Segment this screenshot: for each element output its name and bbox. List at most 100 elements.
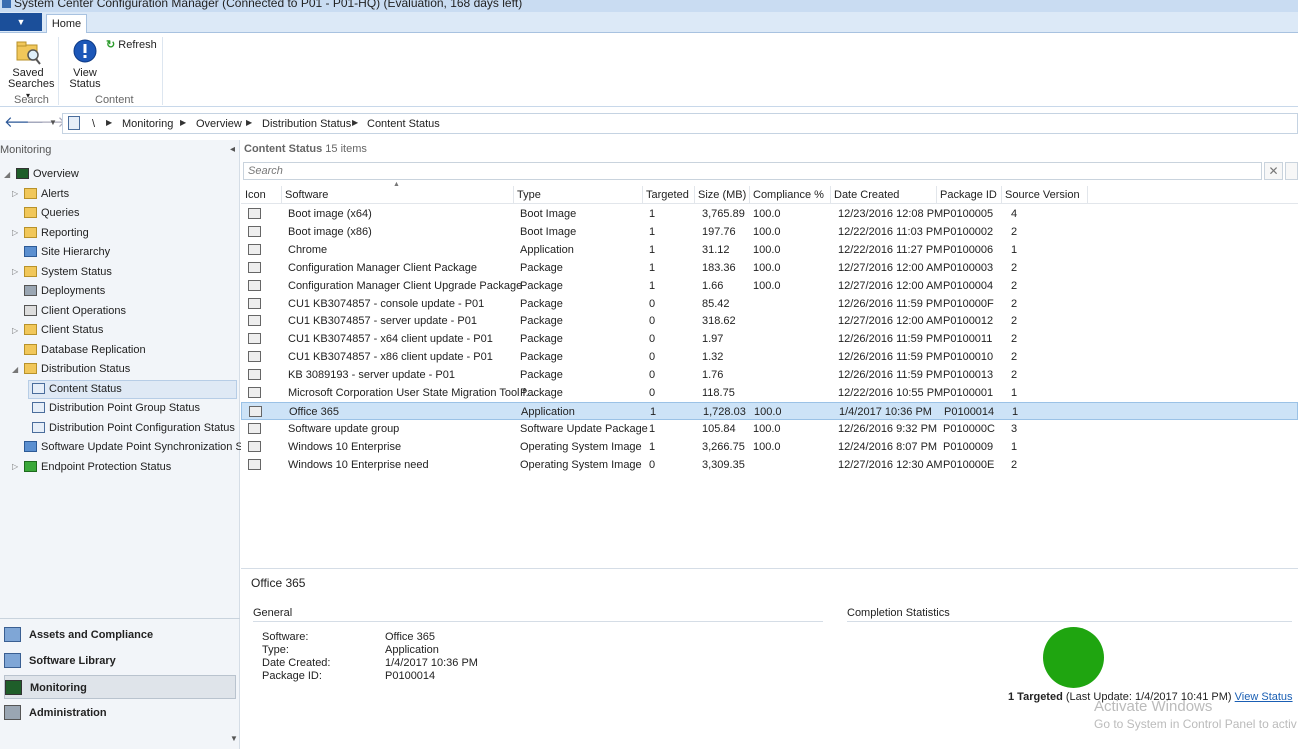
- label-software: Software:: [262, 631, 309, 643]
- breadcrumb-content-status[interactable]: Content Status: [367, 118, 440, 130]
- expand-node-icon[interactable]: ▷: [12, 267, 18, 276]
- breadcrumb-monitoring[interactable]: Monitoring: [122, 118, 173, 130]
- table-row[interactable]: Microsoft Corporation User State Migrati…: [241, 384, 1298, 402]
- breadcrumb-overview[interactable]: Overview: [196, 118, 242, 130]
- column-header-software[interactable]: Software: [282, 186, 514, 204]
- sidebar-item-reporting[interactable]: Reporting: [24, 224, 89, 243]
- search-go-button[interactable]: [1285, 162, 1298, 180]
- cell-type: Package: [520, 369, 563, 382]
- sidebar-item-content-status[interactable]: Content Status: [32, 380, 122, 399]
- sidebar-item-distribution-status[interactable]: Distribution Status: [24, 360, 130, 379]
- sidebar-item-client-operations[interactable]: Client Operations: [24, 302, 126, 321]
- cell-package-id: P010000F: [943, 297, 994, 310]
- cell-size: 105.84: [702, 422, 736, 435]
- cell-type: Application: [521, 405, 575, 418]
- sidebar-item-database-replication[interactable]: Database Replication: [24, 341, 146, 360]
- package-icon: [248, 440, 261, 452]
- column-header-type[interactable]: Type: [514, 186, 643, 204]
- sidebar-item-site-hierarchy[interactable]: Site Hierarchy: [24, 243, 110, 262]
- folder-icon: [24, 227, 37, 238]
- expand-node-icon[interactable]: ▷: [12, 462, 18, 471]
- view-status-link[interactable]: View Status: [1235, 691, 1293, 703]
- cell-source-version: 2: [1011, 458, 1018, 471]
- collapse-pane-icon[interactable]: ◂: [230, 144, 235, 155]
- table-row[interactable]: Configuration Manager Client Upgrade Pac…: [241, 277, 1298, 295]
- cell-package-id: P010000C: [943, 422, 995, 435]
- column-header-date-created[interactable]: Date Created: [831, 186, 937, 204]
- cell-package-id: P0100003: [943, 261, 994, 274]
- table-row[interactable]: Configuration Manager Client Package Pack…: [241, 259, 1298, 277]
- table-row[interactable]: CU1 KB3074857 - x86 client update - P01 P…: [241, 348, 1298, 366]
- hierarchy-icon: [24, 246, 37, 257]
- cell-software: Windows 10 Enterprise: [288, 440, 402, 453]
- table-row[interactable]: Boot image (x64) Boot Image 1 3,765.89 100.0…: [241, 205, 1298, 223]
- cell-type: Package: [520, 315, 563, 328]
- table-row[interactable]: CU1 KB3074857 - console update - P01 Pack…: [241, 295, 1298, 313]
- label-type: Type:: [262, 644, 289, 656]
- assets-icon: [4, 627, 21, 642]
- cell-date-created: 12/27/2016 12:30 AM: [838, 458, 943, 471]
- cell-size: 1.32: [702, 351, 724, 364]
- column-header-compliance[interactable]: Compliance %: [750, 186, 831, 204]
- saved-searches-button[interactable]: Saved Searches ▾: [4, 38, 54, 100]
- cell-software: Microsoft Corporation User State Migrati…: [288, 387, 535, 399]
- sidebar-item-alerts[interactable]: Alerts: [24, 185, 69, 204]
- sidebar-item-queries[interactable]: Queries: [24, 204, 80, 223]
- column-header-source-version[interactable]: Source Version: [1002, 186, 1088, 204]
- table-row[interactable]: Windows 10 Enterprise need Operating Syst…: [241, 456, 1298, 474]
- package-icon: [248, 351, 261, 363]
- tab-home[interactable]: Home: [46, 14, 87, 34]
- completion-divider: [847, 621, 1292, 622]
- table-row[interactable]: Chrome Application 1 31.12 100.0 12/22/2016 1…: [241, 241, 1298, 259]
- sidebar-item-sup-sync-status[interactable]: Software Update Point Synchronization St…: [24, 438, 267, 457]
- forward-arrow-icon[interactable]: 🡒: [26, 115, 66, 130]
- refresh-button[interactable]: ↻ Refresh: [106, 38, 157, 52]
- search-input[interactable]: Search: [243, 162, 1262, 180]
- expand-node-icon[interactable]: ▷: [12, 326, 18, 335]
- table-row[interactable]: Boot image (x86) Boot Image 1 197.76 100.0 12…: [241, 223, 1298, 241]
- sidebar-item-dp-group-status[interactable]: Distribution Point Group Status: [32, 399, 200, 418]
- sidebar-item-endpoint-protection-status[interactable]: Endpoint Protection Status: [24, 458, 171, 477]
- column-header-icon[interactable]: Icon: [242, 186, 282, 204]
- workspace-options-icon[interactable]: ▼: [230, 734, 238, 743]
- workspace-assets-and-compliance[interactable]: Assets and Compliance: [4, 623, 236, 647]
- sidebar-item-deployments[interactable]: Deployments: [24, 282, 105, 301]
- collapse-node-icon[interactable]: ◢: [4, 170, 10, 179]
- history-dropdown-icon[interactable]: ▼: [49, 118, 57, 127]
- workspace-software-library[interactable]: Software Library: [4, 649, 236, 673]
- expand-node-icon[interactable]: ▷: [12, 189, 18, 198]
- table-row[interactable]: Office 365 Application 1 1,728.03 100.0 1/4/2…: [241, 401, 1298, 420]
- app-menu-button[interactable]: ▼: [0, 13, 42, 31]
- breadcrumb-root[interactable]: \: [92, 118, 95, 130]
- value-package-id: P0100014: [385, 670, 436, 682]
- sidebar-item-dp-configuration-status[interactable]: Distribution Point Configuration Status: [32, 419, 235, 438]
- title-bar: System Center Configuration Manager (Con…: [0, 0, 1298, 12]
- folder-search-icon: [16, 41, 41, 65]
- cell-software: CU1 KB3074857 - console update - P01: [288, 297, 485, 310]
- sidebar-item-client-status[interactable]: Client Status: [24, 321, 103, 340]
- workspace-administration[interactable]: Administration: [4, 701, 236, 725]
- table-row[interactable]: KB 3089193 - server update - P01 Package 0…: [241, 366, 1298, 384]
- sidebar-item-system-status[interactable]: System Status: [24, 263, 112, 282]
- cell-targeted: 0: [649, 458, 656, 471]
- cell-software: CU1 KB3074857 - x86 client update - P01: [288, 351, 493, 364]
- table-row[interactable]: Windows 10 Enterprise Operating System Im…: [241, 438, 1298, 456]
- clear-search-button[interactable]: ✕: [1264, 162, 1283, 180]
- table-row[interactable]: CU1 KB3074857 - x64 client update - P01 P…: [241, 330, 1298, 348]
- view-status-button[interactable]: View Status: [64, 38, 106, 94]
- expand-node-icon[interactable]: ▷: [12, 228, 18, 237]
- breadcrumb-distribution-status[interactable]: Distribution Status: [262, 118, 351, 130]
- column-header-targeted[interactable]: Targeted: [643, 186, 695, 204]
- workspace-divider: [0, 618, 240, 619]
- cell-targeted: 1: [649, 422, 656, 435]
- details-general-header: General: [253, 607, 293, 619]
- cell-date-created: 12/26/2016 11:59 PM: [838, 333, 943, 346]
- column-header-package-id[interactable]: Package ID: [937, 186, 1002, 204]
- workspace-monitoring[interactable]: Monitoring: [4, 675, 236, 699]
- collapse-node-icon[interactable]: ◢: [12, 365, 18, 374]
- table-row[interactable]: Software update group Software Update Pac…: [241, 420, 1298, 438]
- sidebar-item-overview[interactable]: Overview: [16, 165, 79, 184]
- table-row[interactable]: CU1 KB3074857 - server update - P01 Packa…: [241, 312, 1298, 330]
- folder-icon: [24, 324, 37, 335]
- column-header-size[interactable]: Size (MB): [695, 186, 750, 204]
